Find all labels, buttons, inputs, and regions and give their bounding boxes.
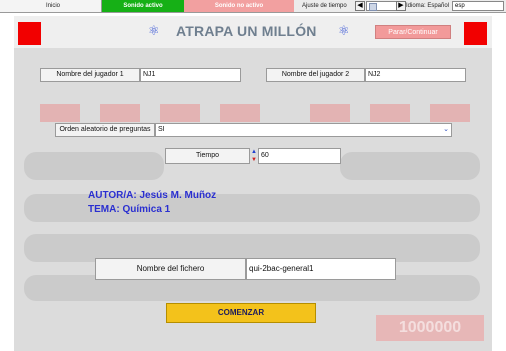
credits-block: AUTOR/A: Jesús M. Muñoz TEMA: Química 1	[88, 189, 216, 217]
spin-down-icon[interactable]: ▼	[250, 156, 258, 164]
right-red-square	[464, 22, 487, 45]
time-input[interactable]: 60	[258, 148, 341, 164]
bg-question-box	[310, 104, 350, 122]
atom-icon: ⚛	[338, 23, 350, 38]
start-button[interactable]: COMENZAR	[166, 303, 316, 323]
random-order-value: SI	[158, 126, 165, 133]
random-order-label: Orden aleatorio de preguntas	[55, 123, 155, 137]
bg-question-box	[160, 104, 200, 122]
slider-thumb[interactable]	[369, 3, 377, 11]
top-toolbar: Inicio Sonido activo Sonido no activo Aj…	[0, 0, 506, 13]
language-label: Idioma: Español	[406, 3, 450, 9]
bg-question-box	[430, 104, 470, 122]
player1-label: Nombre del jugador 1	[40, 68, 140, 82]
left-red-square	[18, 22, 41, 45]
inicio-button[interactable]: Inicio	[0, 0, 102, 12]
bg-answer-panel	[24, 152, 164, 180]
prize-display: 1000000	[376, 315, 484, 341]
file-input[interactable]: qui-2bac-general1	[246, 258, 396, 280]
player2-label: Nombre del jugador 2	[266, 68, 365, 82]
bg-question-box	[220, 104, 260, 122]
sound-off-button[interactable]: Sonido no activo	[184, 0, 294, 12]
topic-text: TEMA: Química 1	[88, 204, 171, 215]
spin-up-icon[interactable]: ▲	[250, 148, 258, 156]
bg-question-box	[370, 104, 410, 122]
bg-answer-panel	[340, 152, 480, 180]
chevron-down-icon[interactable]: ⌄	[442, 125, 450, 134]
bg-question-box	[40, 104, 80, 122]
time-decrease-arrow-icon[interactable]: ◀	[355, 1, 365, 11]
player1-input[interactable]: NJ1	[140, 68, 241, 82]
sound-on-button[interactable]: Sonido activo	[102, 0, 184, 12]
player2-input[interactable]: NJ2	[365, 68, 466, 82]
bg-question-box	[100, 104, 140, 122]
author-text: AUTOR/A: Jesús M. Muñoz	[88, 190, 217, 201]
language-input[interactable]: esp	[452, 1, 504, 11]
page-title: ATRAPA UN MILLÓN	[176, 23, 317, 39]
time-adjust-slider[interactable]	[366, 1, 400, 11]
pause-continue-button[interactable]: Parar/Continuar	[375, 25, 451, 39]
time-adjust-label: Ajuste de tiempo	[302, 3, 347, 9]
atom-icon: ⚛	[148, 23, 160, 38]
time-increase-arrow-icon[interactable]: ▶	[396, 1, 406, 11]
random-order-select[interactable]: SI ⌄	[155, 123, 452, 137]
time-label: Tiempo	[165, 148, 250, 164]
file-label: Nombre del fichero	[95, 258, 246, 280]
time-spinner[interactable]: ▲ ▼	[250, 148, 258, 164]
